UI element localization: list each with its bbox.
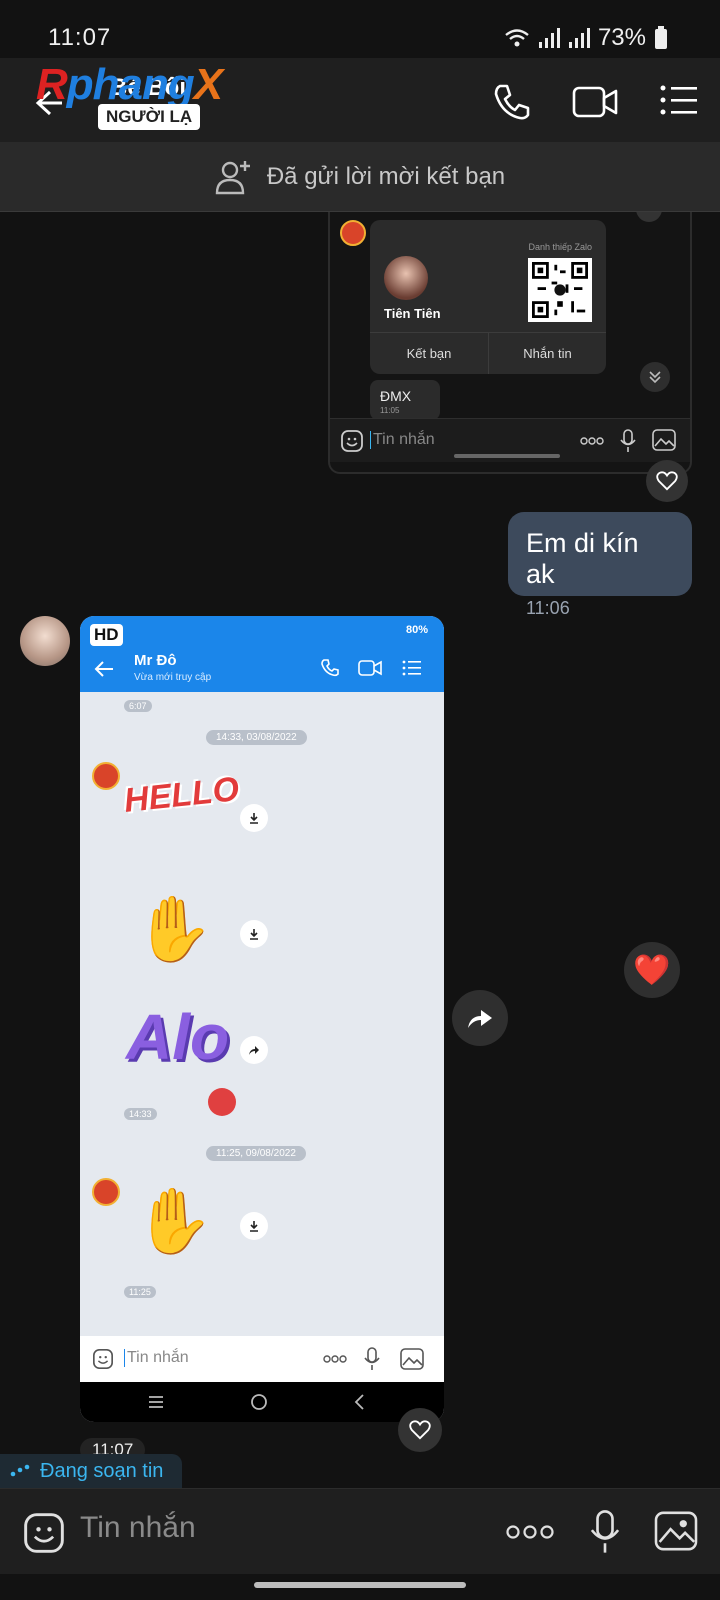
screenshot-nav-bar xyxy=(80,1382,444,1422)
card-name: Tiên Tiên xyxy=(384,306,441,321)
wifi-icon xyxy=(505,29,529,47)
card-avatar xyxy=(384,256,428,300)
image-icon xyxy=(400,1348,424,1370)
screenshot-home-indicator xyxy=(454,454,560,458)
forward-icon[interactable] xyxy=(240,1036,268,1064)
message-input[interactable]: Tin nhắn xyxy=(80,1511,196,1545)
signal-icon-2 xyxy=(568,28,590,48)
more-icon xyxy=(323,1355,347,1363)
sticker-wave-hand: ✋ xyxy=(134,1185,214,1257)
typing-dots-icon xyxy=(10,1464,30,1477)
message-input-bar: Tin nhắn xyxy=(0,1488,720,1574)
image-icon xyxy=(652,429,676,451)
add-friend-button[interactable]: Kết bạn xyxy=(370,332,488,374)
screenshot-phone-icon xyxy=(321,659,339,677)
screenshot-chat-header: Mr Đô Vừa mới truy cập xyxy=(80,646,444,692)
scroll-down-icon[interactable] xyxy=(640,362,670,392)
emoji-icon xyxy=(341,430,363,452)
home-icon xyxy=(251,1394,267,1410)
react-heart-button[interactable] xyxy=(646,460,688,502)
my-message-text: Em di kín ak xyxy=(526,528,639,589)
screenshot-input-placeholder: Tin nhắn xyxy=(370,431,435,449)
sender-avatar xyxy=(92,762,120,790)
friend-request-banner: Đã gửi lời mời kết bạn xyxy=(0,142,720,212)
stranger-badge: NGƯỜI LẠ xyxy=(98,104,201,130)
date-divider: 11:25, 09/08/2022 xyxy=(206,1146,306,1161)
mic-icon xyxy=(620,429,636,452)
mic-icon xyxy=(364,1347,380,1370)
screenshot-status-bar: 80% xyxy=(80,616,444,646)
more-options-icon[interactable] xyxy=(506,1525,554,1539)
sender-avatar xyxy=(92,1178,120,1206)
phone-icon[interactable] xyxy=(492,82,532,122)
logo-part-2: phang xyxy=(66,60,195,109)
battery-percent: 73% xyxy=(597,24,646,51)
forwarded-screenshot-2[interactable]: 80% HD Mr Đô Vừa mới truy cập 6:07 14:33… xyxy=(80,616,444,1422)
video-call-icon[interactable] xyxy=(572,84,618,120)
timestamp: 6:07 xyxy=(124,700,152,712)
sticker-wave-hand: ✋ xyxy=(134,893,214,965)
screenshot-back-icon xyxy=(94,661,113,677)
screenshot-chat-name: Mr Đô xyxy=(134,652,177,669)
status-time: 11:07 xyxy=(48,24,112,51)
menu-icon[interactable] xyxy=(660,84,698,116)
status-icons: 73% xyxy=(504,24,668,52)
screenshot-input-placeholder: Tin nhắn xyxy=(124,1349,189,1367)
my-message-bubble[interactable]: Em di kín ak 11:06 xyxy=(508,512,692,618)
screenshot-input-bar: Tin nhắn xyxy=(80,1336,444,1382)
microphone-icon[interactable] xyxy=(590,1509,620,1555)
download-icon[interactable] xyxy=(240,804,268,832)
sticker-strawberry xyxy=(208,1088,236,1116)
heart-emoji: ❤️ xyxy=(633,953,671,987)
emoji-icon[interactable] xyxy=(22,1511,66,1555)
screenshot-battery: 80% xyxy=(405,624,428,636)
react-heart-button[interactable] xyxy=(398,1408,442,1452)
recents-icon xyxy=(149,1396,163,1408)
gallery-icon[interactable] xyxy=(654,1511,698,1551)
date-divider: 14:33, 03/08/2022 xyxy=(206,730,307,745)
typing-text: Đang soạn tin xyxy=(40,1459,164,1482)
hd-badge: HD xyxy=(90,624,123,646)
timestamp: 14:33 xyxy=(124,1108,157,1120)
back-nav-icon xyxy=(354,1394,364,1410)
sticker-alo: Alo xyxy=(126,1001,230,1073)
more-icon xyxy=(580,437,604,445)
watermark-logo: RphangX xyxy=(36,60,223,110)
logo-part-1: R xyxy=(36,60,68,109)
screenshot-video-icon xyxy=(358,660,382,676)
reaction-heart-small xyxy=(636,212,662,222)
contact-card[interactable]: Danh thiếp Zalo Tiên Tiên Kết bạn Nhắn t… xyxy=(370,220,606,374)
download-icon[interactable] xyxy=(240,920,268,948)
battery-icon xyxy=(655,26,667,49)
screenshot-chat-status: Vừa mới truy cập xyxy=(134,672,212,683)
message-time: 11:05 xyxy=(380,406,400,415)
message-bubble: ĐMX 11:05 xyxy=(370,380,440,420)
message-text: ĐMX xyxy=(380,388,412,404)
add-friend-icon xyxy=(215,160,250,194)
home-indicator[interactable] xyxy=(254,1582,466,1588)
forwarded-screenshot-1[interactable]: Danh thiếp Zalo Tiên Tiên Kết bạn Nhắn t… xyxy=(328,212,692,474)
signal-icon xyxy=(538,28,560,48)
download-icon[interactable] xyxy=(240,1212,268,1240)
emoji-icon xyxy=(93,1349,113,1369)
my-message-time: 11:06 xyxy=(526,598,570,618)
sender-avatar xyxy=(340,220,366,246)
message-button[interactable]: Nhắn tin xyxy=(488,332,606,374)
logo-part-3: X xyxy=(193,60,223,109)
contact-avatar[interactable] xyxy=(20,616,70,666)
card-caption: Danh thiếp Zalo xyxy=(528,242,592,252)
timestamp: 11:25 xyxy=(124,1286,156,1298)
sticker-hello: HELLO xyxy=(122,770,241,820)
typing-indicator: Đang soạn tin xyxy=(0,1454,182,1488)
forward-icon[interactable] xyxy=(452,990,508,1046)
screenshot-menu-icon xyxy=(402,660,421,676)
friend-request-text: Đã gửi lời mời kết bạn xyxy=(266,162,506,190)
reaction-heart-icon[interactable]: ❤️ xyxy=(624,942,680,998)
qr-code-icon xyxy=(528,258,592,322)
